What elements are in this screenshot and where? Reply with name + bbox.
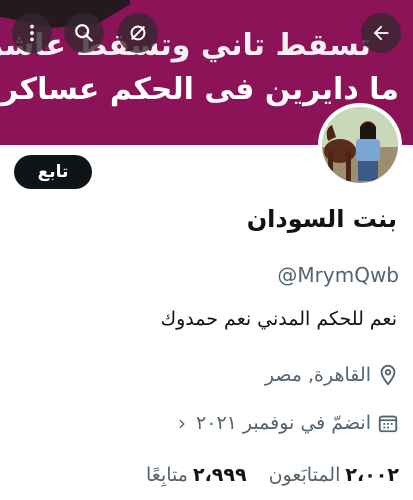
joined-row[interactable]: انضمّ في نوفمبر ٢٠٢١ ‹ <box>178 411 399 435</box>
following-label: متابِعًا <box>146 464 188 486</box>
calendar-icon <box>378 415 398 433</box>
chevron-left-icon: ‹ <box>178 411 187 435</box>
mute-button[interactable] <box>118 13 158 53</box>
arrow-left-icon <box>373 25 389 41</box>
search-button[interactable] <box>64 13 104 53</box>
followers-link[interactable]: ٢،٠٠٢ المتابَعون <box>269 464 399 486</box>
following-link[interactable]: ٢،٩٩٩ متابِعًا <box>146 464 247 486</box>
banner-text-line2: ما دايرين فى الحكم عساكر <box>0 72 399 107</box>
follow-counts: ٢،٠٠٢ المتابَعون ٢،٩٩٩ متابِعًا <box>124 464 399 486</box>
joined-text: انضمّ في نوفمبر ٢٠٢١ <box>196 412 371 434</box>
location-text: القاهرة, مصر <box>264 364 371 386</box>
avatar[interactable] <box>318 103 402 187</box>
location-row: القاهرة, مصر <box>265 364 399 386</box>
username-handle: @MrymQwb <box>277 263 399 287</box>
banner-text-line1: تسقط تاني وتسقط عاشر <box>0 28 371 63</box>
more-options-button[interactable] <box>12 13 52 53</box>
display-name: بنت السودان <box>246 205 397 233</box>
more-vertical-icon <box>30 24 34 42</box>
avatar-image <box>322 107 398 183</box>
followers-label: المتابَعون <box>268 464 341 486</box>
search-icon <box>75 24 94 43</box>
follow-button[interactable]: تابع <box>14 155 92 189</box>
profile-bio: نعم للحكم المدني نعم حمدوك <box>160 308 397 330</box>
back-button[interactable] <box>361 13 401 53</box>
followers-count: ٢،٠٠٢ <box>345 464 399 486</box>
following-count: ٢،٩٩٩ <box>192 464 247 486</box>
bell-off-icon <box>130 25 146 41</box>
location-pin-icon <box>380 364 396 386</box>
